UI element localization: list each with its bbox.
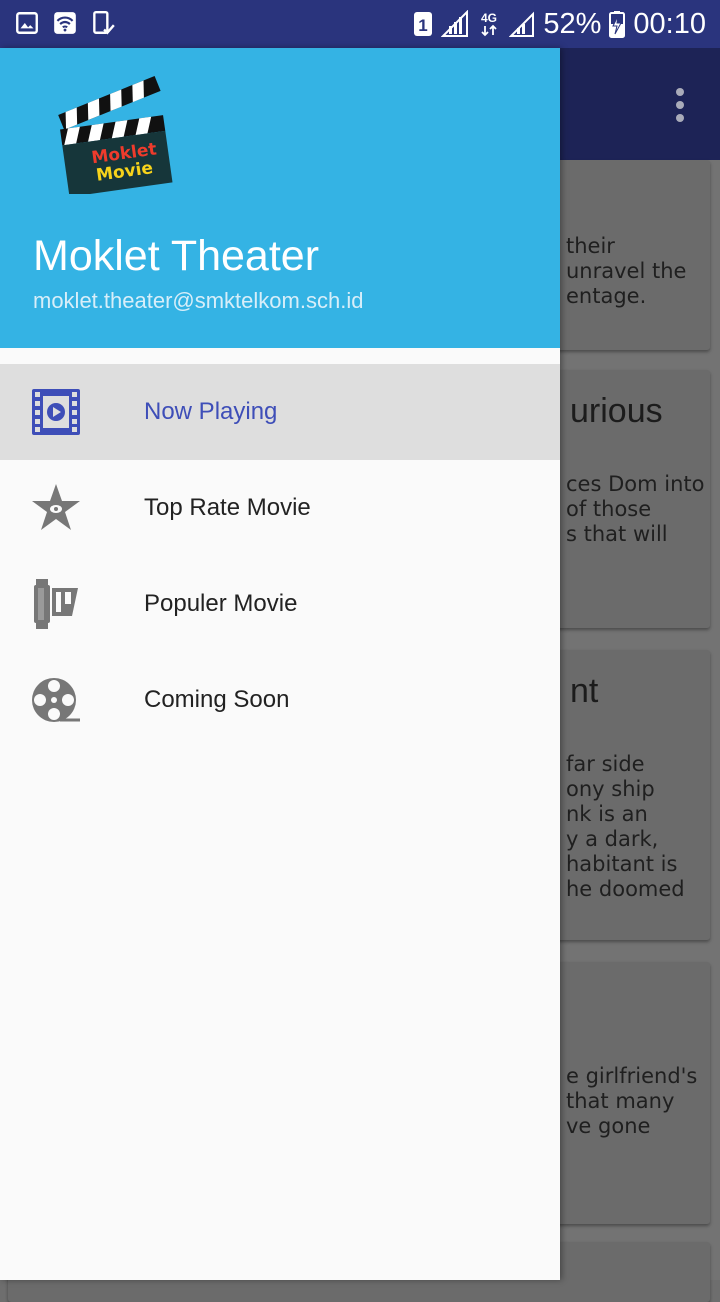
card-overview-line: that many bbox=[566, 1089, 675, 1113]
gallery-icon bbox=[16, 12, 38, 34]
sim-icon: 1 bbox=[414, 12, 433, 36]
card-overview-line: s that will bbox=[566, 522, 668, 546]
moklet-movie-logo: Moklet Movie bbox=[58, 75, 173, 194]
star-icon bbox=[32, 484, 80, 530]
film-roll-icon bbox=[34, 579, 78, 629]
film-reel-icon bbox=[32, 678, 80, 722]
card-overview-line: of those bbox=[566, 497, 652, 521]
menu-item-label: Populer Movie bbox=[144, 590, 298, 617]
card-overview-line: unravel the bbox=[566, 259, 687, 283]
storage-check-icon bbox=[93, 10, 115, 35]
drawer-menu: Now Playing Top Rate Movie Populer Movie bbox=[0, 364, 560, 748]
notification-icons bbox=[14, 10, 116, 36]
card-overview-line: ve gone bbox=[566, 1114, 651, 1138]
network-type-icon: 4G bbox=[481, 11, 497, 37]
overflow-menu-icon[interactable] bbox=[674, 88, 686, 128]
sim-number: 1 bbox=[419, 16, 428, 35]
card-overview-line: ony ship bbox=[566, 777, 655, 801]
menu-item-coming-soon[interactable]: Coming Soon bbox=[0, 652, 560, 748]
system-indicators: 1 4G 52% 00:10 bbox=[413, 6, 706, 42]
card-overview-line: their bbox=[566, 234, 615, 258]
card-overview-line: e girlfriend's bbox=[566, 1064, 698, 1088]
battery-percent: 52% bbox=[543, 7, 602, 40]
drawer-header: Moklet Movie Moklet Theater moklet.theat… bbox=[0, 48, 560, 348]
menu-item-now-playing[interactable]: Now Playing bbox=[0, 364, 560, 460]
card-overview-line: ces Dom into bbox=[566, 472, 705, 496]
network-type: 4G bbox=[481, 11, 497, 25]
card-overview-line: he doomed bbox=[566, 877, 685, 901]
card-title: urious bbox=[570, 392, 663, 430]
navigation-drawer: Moklet Movie Moklet Theater moklet.theat… bbox=[0, 48, 560, 1280]
card-overview-line: habitant is bbox=[566, 852, 678, 876]
card-overview-line: y a dark, bbox=[566, 827, 659, 851]
card-title: nt bbox=[570, 672, 599, 710]
card-overview-line: nk is an bbox=[566, 802, 648, 826]
signal-icon bbox=[441, 10, 469, 37]
wifi-icon bbox=[54, 12, 76, 34]
menu-item-label: Coming Soon bbox=[144, 686, 290, 713]
movie-film-icon bbox=[32, 389, 80, 435]
card-overview-line: far side bbox=[566, 752, 645, 776]
status-bar: 1 4G 52% 00:10 bbox=[0, 0, 720, 48]
drawer-title: Moklet Theater bbox=[33, 232, 320, 280]
signal-2-icon bbox=[509, 11, 535, 37]
drawer-email: moklet.theater@smktelkom.sch.id bbox=[33, 288, 364, 313]
clock: 00:10 bbox=[633, 7, 706, 40]
menu-item-label: Top Rate Movie bbox=[144, 494, 311, 521]
menu-item-label: Now Playing bbox=[144, 398, 278, 425]
menu-item-populer[interactable]: Populer Movie bbox=[0, 556, 560, 652]
battery-charging-icon bbox=[609, 11, 626, 38]
card-overview-line: entage. bbox=[566, 284, 647, 308]
menu-item-top-rate[interactable]: Top Rate Movie bbox=[0, 460, 560, 556]
